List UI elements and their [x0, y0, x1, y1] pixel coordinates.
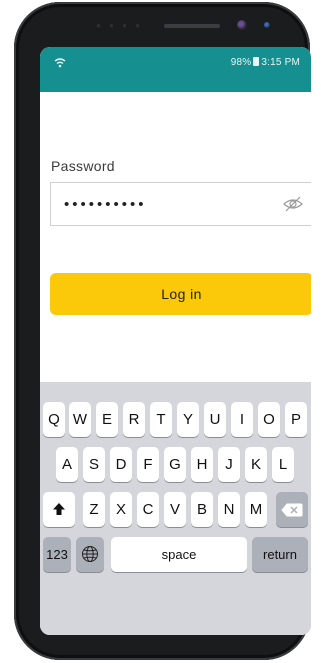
phone-screen: 98% 3:15 PM Password •••••••••• Log in Q …	[40, 47, 311, 635]
keyboard-row-1: Q W E R T Y U I O P	[40, 402, 311, 437]
key-s[interactable]: S	[83, 447, 105, 482]
wifi-call-icon	[54, 57, 66, 72]
backspace-icon	[281, 503, 303, 517]
status-bar: 98% 3:15 PM	[40, 47, 311, 92]
ios-keyboard: Q W E R T Y U I O P A S D F G H J K L Z …	[40, 382, 311, 635]
key-o[interactable]: O	[258, 402, 280, 437]
phone-frame: ● ● ● ● 98% 3:15 PM Password ••••••••••	[14, 2, 311, 660]
status-time: 3:15 PM	[261, 57, 300, 68]
globe-icon	[82, 546, 98, 562]
key-d[interactable]: D	[110, 447, 132, 482]
password-label: Password	[51, 158, 115, 174]
earpiece-speaker	[164, 24, 220, 28]
key-q[interactable]: Q	[43, 402, 65, 437]
keyboard-row-4: 123 space return	[40, 537, 311, 572]
keyboard-row-3: Z X C V B N M	[40, 492, 311, 527]
key-l[interactable]: L	[272, 447, 294, 482]
keyboard-bottom-area	[40, 610, 311, 635]
key-m[interactable]: M	[245, 492, 267, 527]
password-field[interactable]: ••••••••••	[50, 182, 311, 226]
phone-sensors: ● ● ● ●	[96, 21, 143, 30]
key-i[interactable]: I	[231, 402, 253, 437]
key-h[interactable]: H	[191, 447, 213, 482]
key-c[interactable]: C	[137, 492, 159, 527]
key-j[interactable]: J	[218, 447, 240, 482]
eye-slash-icon[interactable]	[282, 195, 304, 213]
key-f[interactable]: F	[137, 447, 159, 482]
numbers-key[interactable]: 123	[43, 537, 71, 572]
key-t[interactable]: T	[150, 402, 172, 437]
space-key[interactable]: space	[111, 537, 247, 572]
login-form: Password •••••••••• Log in	[40, 92, 311, 382]
proximity-sensor	[264, 22, 270, 28]
password-value: ••••••••••	[64, 196, 147, 213]
keyboard-row-2: A S D F G H J K L	[40, 447, 311, 482]
delete-key[interactable]	[276, 492, 308, 527]
battery-icon	[253, 57, 260, 66]
key-w[interactable]: W	[69, 402, 91, 437]
shift-key[interactable]	[43, 492, 75, 527]
login-button[interactable]: Log in	[50, 273, 311, 315]
key-a[interactable]: A	[56, 447, 78, 482]
battery-percent: 98%	[230, 57, 252, 68]
key-p[interactable]: P	[285, 402, 307, 437]
return-key[interactable]: return	[252, 537, 308, 572]
key-k[interactable]: K	[245, 447, 267, 482]
key-x[interactable]: X	[110, 492, 132, 527]
status-right: 98% 3:15 PM	[231, 57, 300, 68]
key-g[interactable]: G	[164, 447, 186, 482]
key-v[interactable]: V	[164, 492, 186, 527]
key-b[interactable]: B	[191, 492, 213, 527]
key-z[interactable]: Z	[83, 492, 105, 527]
key-e[interactable]: E	[96, 402, 118, 437]
key-r[interactable]: R	[123, 402, 145, 437]
key-u[interactable]: U	[204, 402, 226, 437]
globe-key[interactable]	[76, 537, 104, 572]
key-y[interactable]: Y	[177, 402, 199, 437]
front-camera	[237, 20, 247, 30]
shift-icon	[53, 503, 65, 515]
key-n[interactable]: N	[218, 492, 240, 527]
